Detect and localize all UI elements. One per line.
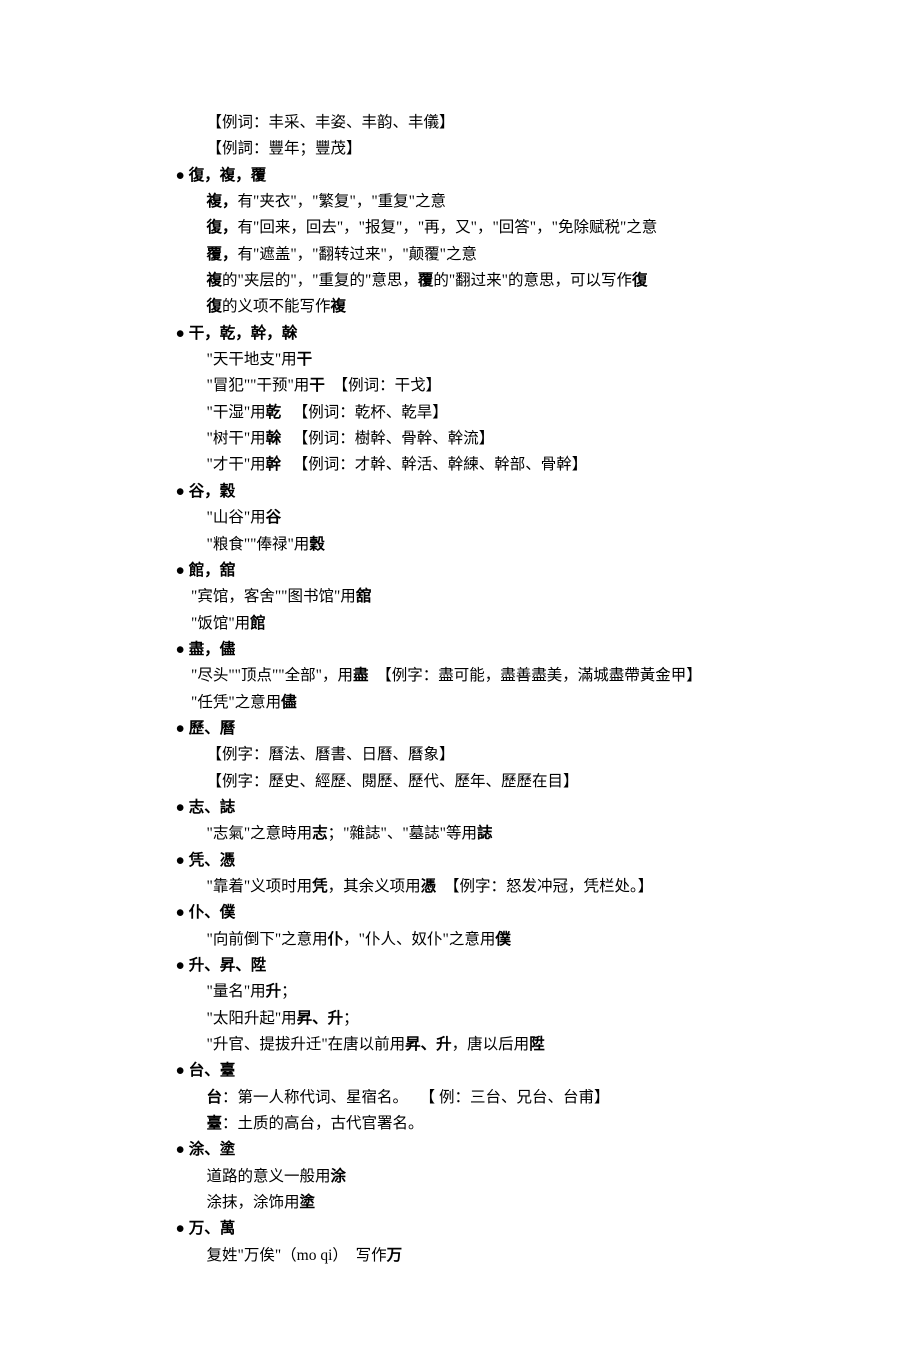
text-line: ● 復，複，覆 — [160, 163, 790, 189]
text-line: "尽头""顶点""全部"，用盡 【例字：盡可能，盡善盡美，滿城盡帶黃金甲】 — [160, 663, 790, 689]
text-line: ● 涂、塗 — [160, 1137, 790, 1163]
text-line: ● 万、萬 — [160, 1216, 790, 1242]
text-line: 【例字：曆法、曆書、日曆、曆象】 — [160, 742, 790, 768]
text-line: ● 干，乾，幹，榦 — [160, 321, 790, 347]
text-line: "粮食""俸禄"用穀 — [160, 532, 790, 558]
text-line: "太阳升起"用昇、升； — [160, 1006, 790, 1032]
text-line: "靠着"义项时用凭，其余义项用憑 【例字：怒发冲冠，凭栏处。】 — [160, 874, 790, 900]
text-line: 道路的意义一般用涂 — [160, 1164, 790, 1190]
text-line: "才干"用幹 【例词：才幹、幹活、幹練、幹部、骨幹】 — [160, 452, 790, 478]
text-line: 複的"夹层的"，"重复的"意思，覆的"翻过来"的意思，可以写作復 — [160, 268, 790, 294]
text-line: ● 谷，穀 — [160, 479, 790, 505]
text-line: ● 台、臺 — [160, 1058, 790, 1084]
text-line: "量名"用升； — [160, 979, 790, 1005]
text-line: "任凭"之意用儘 — [160, 690, 790, 716]
text-line: "树干"用榦 【例词：樹幹、骨幹、幹流】 — [160, 426, 790, 452]
text-line: 复姓"万俟"（mo qi） 写作万 — [160, 1243, 790, 1269]
text-line: 【例词：丰采、丰姿、丰韵、丰儀】 — [160, 110, 790, 136]
text-line: 【例詞：豐年；豐茂】 — [160, 136, 790, 162]
text-line: 複，有"夹衣"，"繁复"，"重复"之意 — [160, 189, 790, 215]
text-line: ● 凭、憑 — [160, 848, 790, 874]
text-line: "天干地支"用干 — [160, 347, 790, 373]
text-line: 復，有"回来，回去"，"报复"，"再，又"，"回答"，"免除赋税"之意 — [160, 215, 790, 241]
text-line: 台：第一人称代词、星宿名。 【 例：三台、兄台、台甫】 — [160, 1085, 790, 1111]
text-line: "宾馆，客舍""图书馆"用舘 — [160, 584, 790, 610]
text-line: 涂抹，涂饰用塗 — [160, 1190, 790, 1216]
text-line: "冒犯""干预"用干 【例词：干戈】 — [160, 373, 790, 399]
text-line: ● 館，舘 — [160, 558, 790, 584]
text-line: "干湿"用乾 【例词：乾杯、乾旱】 — [160, 400, 790, 426]
text-line: "向前倒下"之意用仆，"仆人、奴仆"之意用僕 — [160, 927, 790, 953]
text-line: ● 歷、曆 — [160, 716, 790, 742]
text-line: 臺：土质的高台，古代官署名。 — [160, 1111, 790, 1137]
text-line: ● 升、昇、陞 — [160, 953, 790, 979]
text-line: "山谷"用谷 — [160, 505, 790, 531]
text-line: ● 盡，儘 — [160, 637, 790, 663]
text-line: 【例字：歷史、經歷、閱歷、歷代、歷年、歷歷在目】 — [160, 769, 790, 795]
text-line: "饭馆"用館 — [160, 611, 790, 637]
text-line: "升官、提拔升迁"在唐以前用昇、升，唐以后用陞 — [160, 1032, 790, 1058]
text-line: ● 仆、僕 — [160, 900, 790, 926]
text-line: "志氣"之意時用志；"雜誌"、"墓誌"等用誌 — [160, 821, 790, 847]
text-line: 覆，有"遮盖"，"翻转过来"，"颠覆"之意 — [160, 242, 790, 268]
text-line: 復的义项不能写作複 — [160, 294, 790, 320]
text-line: ● 志、誌 — [160, 795, 790, 821]
document-body: 【例词：丰采、丰姿、丰韵、丰儀】【例詞：豐年；豐茂】● 復，複，覆複，有"夹衣"… — [160, 110, 790, 1269]
